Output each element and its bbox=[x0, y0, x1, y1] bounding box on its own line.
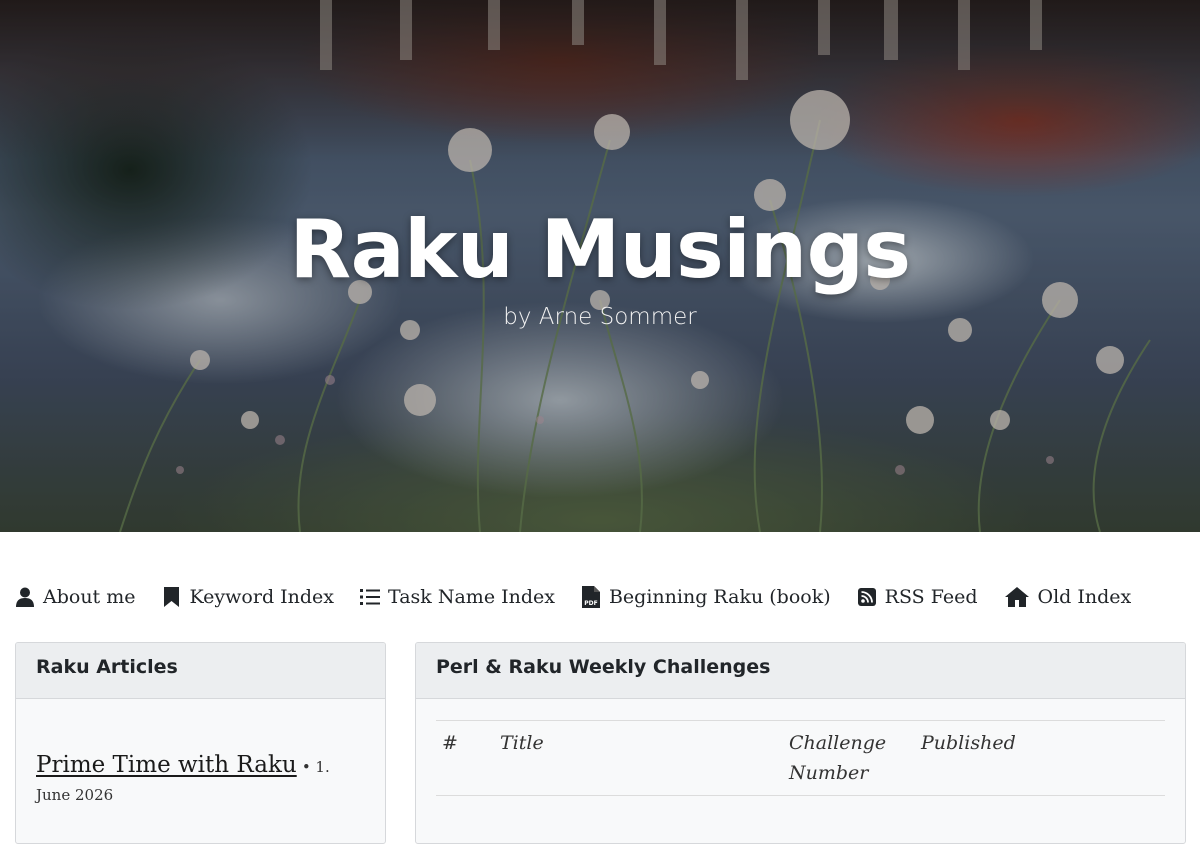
pdf-file-icon: PDF bbox=[581, 586, 601, 608]
list-icon bbox=[360, 586, 381, 608]
nav-item-about-me[interactable]: About me bbox=[15, 586, 136, 608]
site-subtitle: by Arne Sommer bbox=[503, 304, 697, 330]
nav-item-label: Task Name Index bbox=[388, 586, 555, 608]
nav-item-label: Beginning Raku (book) bbox=[608, 586, 831, 608]
column-header-published: Published bbox=[921, 732, 1016, 754]
raku-articles-card: Raku Articles Prime Time with Raku • 1. … bbox=[15, 642, 386, 844]
rss-icon bbox=[857, 586, 877, 608]
hero-banner: Raku Musings by Arne Sommer bbox=[0, 0, 1200, 532]
column-header-number: # bbox=[442, 732, 458, 754]
list-item: Prime Time with Raku • 1. June 2026 bbox=[36, 751, 366, 809]
nav-item-task-name-index[interactable]: Task Name Index bbox=[360, 586, 555, 608]
challenges-table: # Title Challenge Number Published bbox=[436, 720, 1165, 796]
nav-item-label: About me bbox=[43, 586, 136, 608]
nav-item-label: Old Index bbox=[1037, 586, 1132, 608]
weekly-challenges-header: Perl & Raku Weekly Challenges bbox=[416, 643, 1185, 699]
nav-item-label: RSS Feed bbox=[884, 586, 978, 608]
article-link[interactable]: Prime Time with Raku bbox=[36, 752, 297, 778]
user-icon bbox=[15, 586, 35, 608]
site-title: Raku Musings bbox=[289, 203, 911, 296]
weekly-challenges-card: Perl & Raku Weekly Challenges # Title Ch… bbox=[415, 642, 1186, 844]
nav-item-rss-feed[interactable]: RSS Feed bbox=[857, 586, 978, 608]
main-nav: About me Keyword Index Task Name Index P… bbox=[15, 580, 1157, 614]
nav-item-label: Keyword Index bbox=[189, 586, 335, 608]
home-icon bbox=[1004, 586, 1030, 608]
nav-item-keyword-index[interactable]: Keyword Index bbox=[162, 586, 335, 608]
column-header-title: Title bbox=[500, 732, 544, 754]
table-header-row: # Title Challenge Number Published bbox=[436, 720, 1165, 796]
nav-item-beginning-raku-book[interactable]: PDF Beginning Raku (book) bbox=[581, 586, 831, 608]
raku-articles-header: Raku Articles bbox=[16, 643, 385, 699]
bookmark-icon bbox=[162, 586, 182, 608]
column-header-challenge-number: Challenge Number bbox=[789, 732, 887, 784]
svg-text:PDF: PDF bbox=[584, 600, 597, 607]
nav-item-old-index[interactable]: Old Index bbox=[1004, 586, 1132, 608]
